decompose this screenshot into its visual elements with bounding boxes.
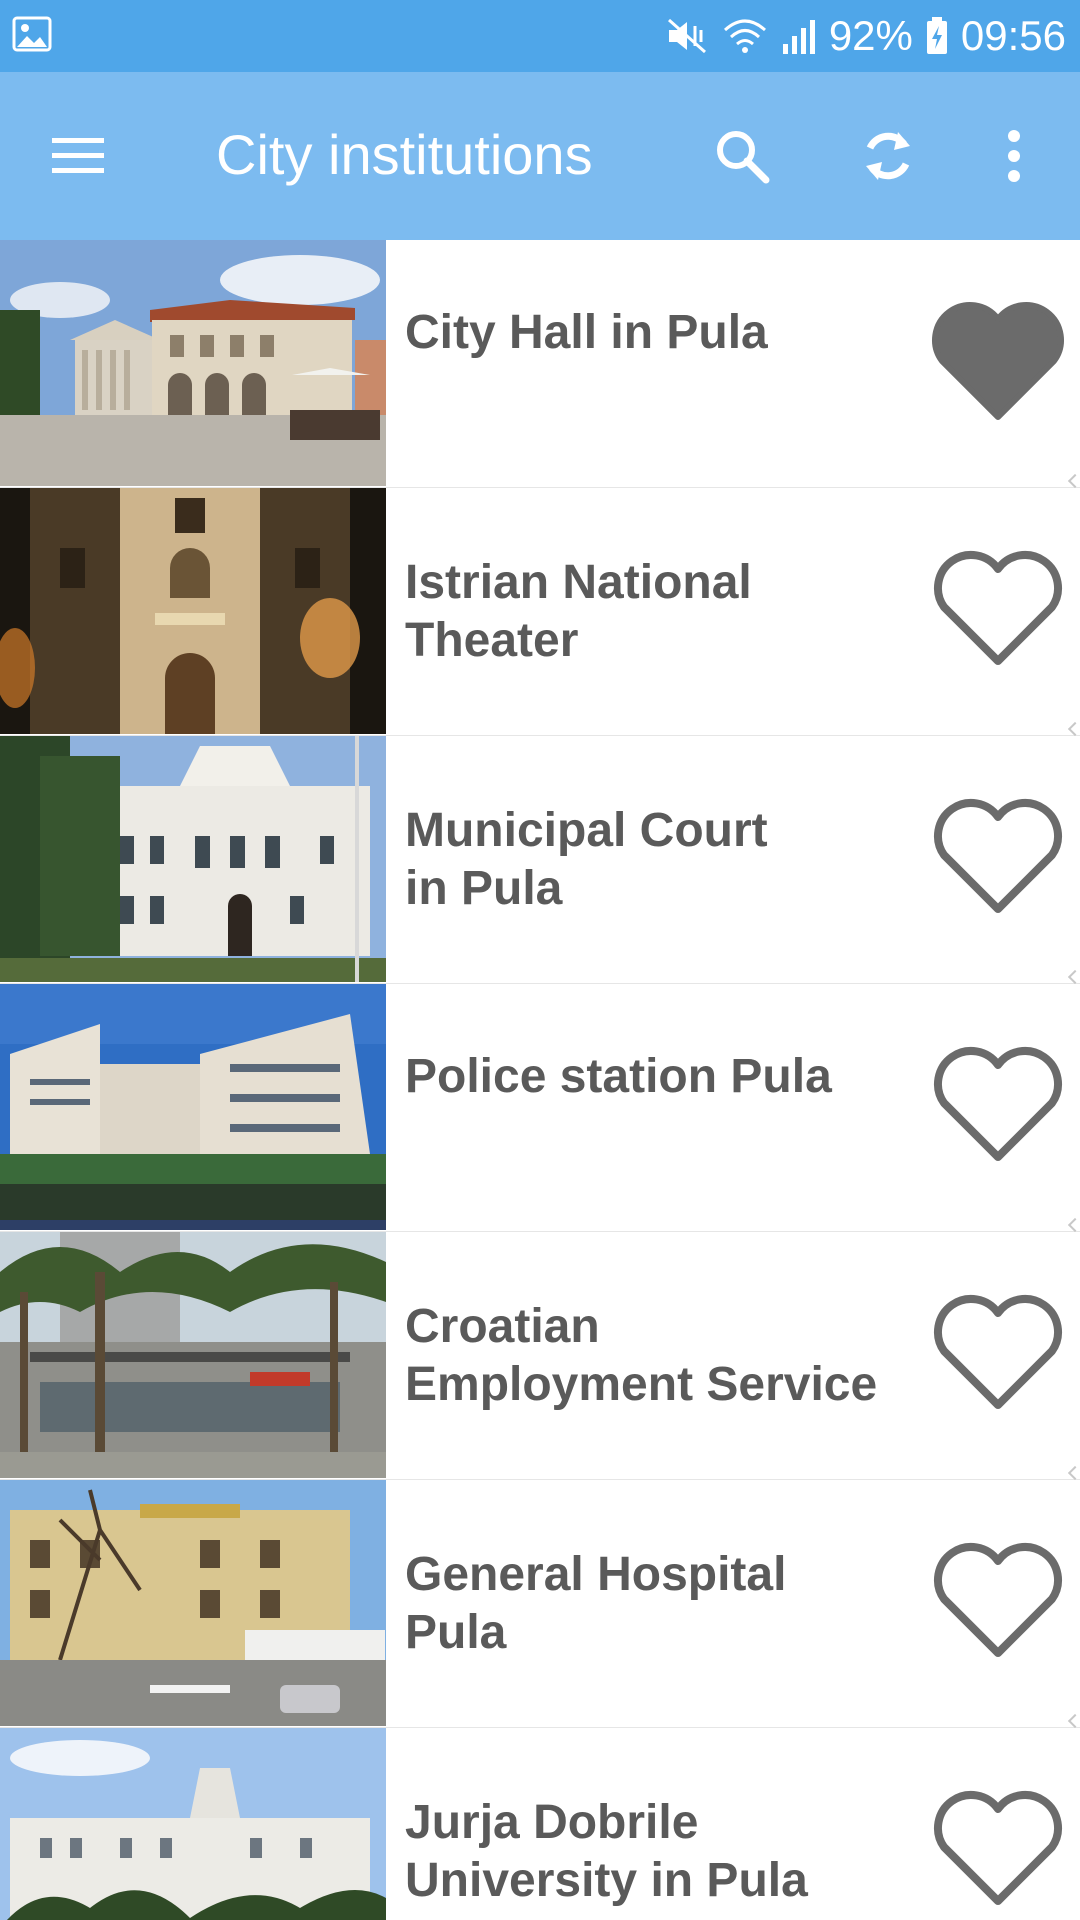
- item-title: Jurja Dobrile University in Pula: [405, 1796, 808, 1907]
- search-icon[interactable]: [710, 124, 774, 188]
- hamburger-menu-icon[interactable]: [48, 128, 120, 184]
- more-vert-icon[interactable]: [982, 124, 1046, 188]
- item-title: Municipal Court in Pula: [405, 804, 768, 915]
- favorite-heart-outline-icon[interactable]: [928, 1288, 1068, 1418]
- list-item[interactable]: Municipal Court in Pula: [0, 736, 1080, 985]
- list-item[interactable]: General Hospital Pula: [0, 1480, 1080, 1729]
- favorite-heart-outline-icon[interactable]: [928, 1784, 1068, 1914]
- favorite-heart-filled-icon[interactable]: [928, 296, 1068, 426]
- list-item[interactable]: Croatian Employment Service: [0, 1232, 1080, 1481]
- item-title: Police station Pula: [405, 1050, 832, 1103]
- app-bar: City institutions: [0, 72, 1080, 240]
- favorite-heart-outline-icon[interactable]: [928, 1536, 1068, 1666]
- battery-percent: 92%: [828, 12, 913, 59]
- theater-photo: [0, 488, 386, 734]
- signal-icon: [781, 16, 817, 56]
- item-title: General Hospital Pula: [405, 1548, 787, 1659]
- favorite-heart-outline-icon[interactable]: [928, 792, 1068, 922]
- police-station-photo: [0, 984, 386, 1230]
- wifi-icon: [721, 16, 769, 56]
- refresh-icon[interactable]: [856, 124, 920, 188]
- list-item[interactable]: Police station Pula: [0, 984, 1080, 1233]
- clock: 09:56: [960, 12, 1066, 59]
- court-photo: [0, 736, 386, 982]
- list-item[interactable]: City Hall in Pula: [0, 240, 1080, 489]
- item-title: Croatian Employment Service: [405, 1300, 878, 1411]
- city-hall-photo: [0, 240, 386, 486]
- hospital-photo: [0, 1480, 386, 1726]
- image-icon: [12, 16, 52, 57]
- status-bar: 92% 09:56: [0, 0, 1080, 72]
- page-title: City institutions: [216, 123, 593, 186]
- mute-vibrate-icon: [665, 16, 709, 56]
- list-item[interactable]: Istrian National Theater: [0, 488, 1080, 737]
- item-title: City Hall in Pula: [405, 306, 768, 359]
- university-photo: [0, 1728, 386, 1920]
- favorite-heart-outline-icon[interactable]: [928, 1040, 1068, 1170]
- favorite-heart-outline-icon[interactable]: [928, 544, 1068, 674]
- battery-charging-icon: [925, 16, 949, 56]
- list-item[interactable]: Jurja Dobrile University in Pula: [0, 1728, 1080, 1920]
- employment-service-photo: [0, 1232, 386, 1478]
- institution-list: City Hall in Pula Istrian National Theat…: [0, 240, 1080, 1920]
- item-title: Istrian National Theater: [405, 556, 752, 667]
